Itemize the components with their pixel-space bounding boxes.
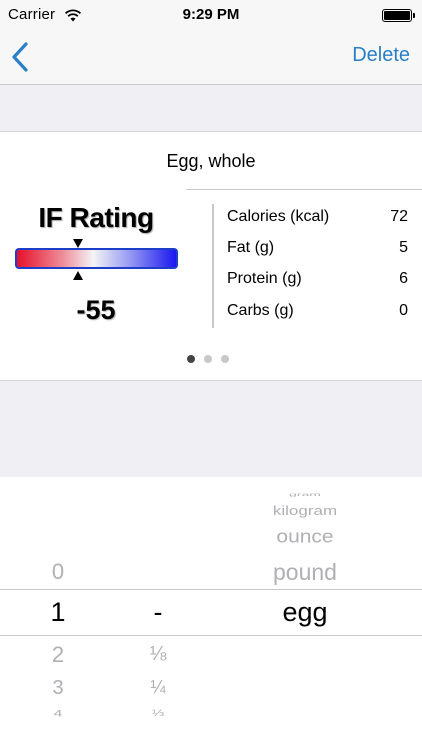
nutrition-value: 5 (399, 239, 408, 256)
clock: 9:29 PM (182, 6, 240, 23)
rating-marker-bottom-icon (73, 271, 83, 280)
nutrition-label: Protein (g) (227, 270, 302, 287)
picker-quantity-option[interactable]: 3 (28, 677, 88, 700)
food-card[interactable]: Egg, whole IF Rating -55 Calories (kcal)… (0, 131, 422, 381)
picker-fraction-option[interactable]: ¼ (128, 677, 188, 698)
nutrition-row-fat: Fat (g) 5 (227, 239, 410, 261)
nutrition-label: Carbs (g) (227, 302, 294, 319)
picker-unit-option[interactable]: gram (225, 491, 385, 497)
page-control[interactable] (187, 350, 238, 363)
picker-selection-line-top (0, 589, 422, 590)
divider (186, 189, 422, 190)
nutrition-value: 72 (390, 208, 408, 225)
nutrition-label: Fat (g) (227, 239, 275, 256)
status-bar: Carrier 9:29 PM (0, 0, 422, 30)
picker-quantity-option[interactable]: 4 (28, 709, 88, 720)
picker-fraction-selected[interactable]: - (128, 597, 188, 628)
food-name: Egg, whole (166, 151, 256, 171)
picker-quantity-selected[interactable]: 1 (28, 597, 88, 628)
back-button[interactable] (8, 40, 38, 74)
picker-selection-line-bottom (0, 635, 422, 636)
picker-unit-option[interactable]: kilogram (225, 504, 385, 519)
amount-picker[interactable]: 0 1 2 3 4 - ⅛ ¼ ⅓ gram kilogram ounce po… (0, 477, 422, 750)
page-dot[interactable] (221, 355, 229, 363)
battery-icon (382, 9, 415, 22)
nutrition-value: 6 (399, 270, 408, 287)
vertical-divider (212, 204, 214, 328)
chevron-left-icon (12, 42, 28, 72)
picker-unit-selected[interactable]: egg (225, 597, 385, 628)
nutrition-row-calories: Calories (kcal) 72 (227, 208, 410, 230)
nutrition-row-protein: Protein (g) 6 (227, 270, 410, 292)
picker-fraction-option[interactable]: ⅓ (128, 708, 188, 718)
picker-fraction-option[interactable]: ⅛ (128, 643, 188, 666)
navigation-bar: Delete (0, 30, 422, 85)
rating-marker-top-icon (73, 239, 83, 248)
if-rating-gradient-bar (15, 248, 178, 269)
picker-unit-option[interactable]: ounce (225, 526, 385, 548)
page-dot[interactable] (187, 355, 195, 363)
picker-quantity-option[interactable]: 2 (28, 642, 88, 668)
nutrition-label: Calories (kcal) (227, 208, 330, 225)
if-rating-value: -55 (76, 295, 116, 325)
nutrition-value: 0 (399, 302, 408, 319)
page-dot[interactable] (204, 355, 212, 363)
nutrition-row-carbs: Carbs (g) 0 (227, 302, 410, 324)
if-rating-title: IF Rating (38, 202, 154, 233)
delete-button[interactable]: Delete (352, 44, 410, 67)
picker-quantity-option[interactable]: 0 (28, 559, 88, 585)
picker-unit-option[interactable]: pound (225, 559, 385, 586)
